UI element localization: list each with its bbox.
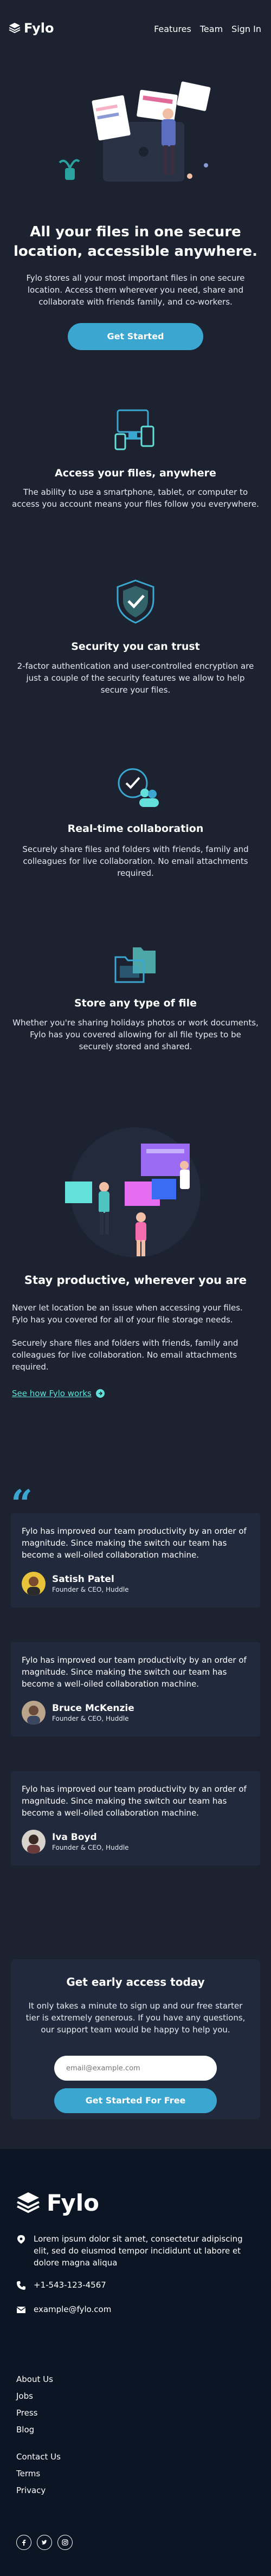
phone-icon xyxy=(17,2281,25,2290)
brand-name: Fylo xyxy=(24,21,54,36)
footer-link-press[interactable]: Press xyxy=(16,2405,53,2422)
productive-illustration xyxy=(65,1127,201,1257)
feature-text-security: 2-factor authentication and user-control… xyxy=(17,661,254,695)
footer-brand-name: Fylo xyxy=(47,2190,100,2216)
email-input[interactable] xyxy=(54,2056,217,2081)
feature-title-store: Store any type of file xyxy=(74,997,197,1009)
fylo-logo-icon xyxy=(9,23,21,34)
avatar xyxy=(22,1701,46,1725)
folders-icon xyxy=(114,947,156,983)
nav-features[interactable]: Features xyxy=(154,24,191,34)
feature-text-collaboration: Securely share files and folders with fr… xyxy=(22,844,249,878)
site-header: Fylo Features Team Sign In xyxy=(0,0,271,60)
testimonial-quote: Fylo has improved our team productivity … xyxy=(22,1655,247,1689)
footer-link-contact[interactable]: Contact Us xyxy=(16,2449,61,2465)
footer-links-company: About Us Jobs Press Blog xyxy=(16,2371,53,2438)
footer-link-terms[interactable]: Terms xyxy=(16,2465,61,2482)
testimonial-card: Fylo has improved our team productivity … xyxy=(11,1771,260,1865)
feature-text-access: The ability to use a smartphone, tablet,… xyxy=(12,487,259,509)
get-started-button[interactable]: Get Started xyxy=(68,323,203,350)
testimonial-role: Founder & CEO, Huddle xyxy=(52,1715,129,1722)
early-access-card: Get early access today It only takes a m… xyxy=(11,1959,260,2119)
avatar xyxy=(22,1572,46,1596)
logo[interactable]: Fylo xyxy=(9,21,54,36)
feature-text-store: Whether you're sharing holidays photos o… xyxy=(12,1018,259,1051)
footer-link-jobs[interactable]: Jobs xyxy=(16,2388,53,2405)
arrow-right-icon xyxy=(95,1389,105,1398)
nav-sign-in[interactable]: Sign In xyxy=(231,24,261,34)
collaboration-icon xyxy=(118,768,159,807)
footer-link-blog[interactable]: Blog xyxy=(16,2422,53,2438)
fylo-logo-icon xyxy=(17,2192,40,2213)
location-pin-icon xyxy=(17,2235,25,2244)
signup-title: Get early access today xyxy=(66,1975,205,1989)
feature-title-collaboration: Real-time collaboration xyxy=(67,823,204,835)
signup-text: It only takes a minute to sign up and ou… xyxy=(25,2001,246,2035)
footer-address-text: Lorem ipsum dolor sit amet, consectetur … xyxy=(34,2234,243,2268)
footer-links-legal: Contact Us Terms Privacy xyxy=(16,2449,61,2499)
avatar xyxy=(22,1830,46,1854)
email-icon xyxy=(16,2307,26,2313)
social-links xyxy=(16,2535,73,2550)
feature-title-security: Security you can trust xyxy=(71,641,200,653)
instagram-icon[interactable] xyxy=(57,2535,73,2550)
hero-description: Fylo stores all your most important file… xyxy=(26,273,245,307)
testimonial-quote: Fylo has improved our team productivity … xyxy=(22,1784,247,1818)
see-how-link-label: See how Fylo works xyxy=(12,1389,92,1398)
footer-link-about[interactable]: About Us xyxy=(16,2371,53,2388)
footer-address: Lorem ipsum dolor sit amet, consectetur … xyxy=(16,2233,255,2269)
main-nav: Features Team Sign In xyxy=(154,24,261,34)
footer-logo[interactable]: Fylo xyxy=(16,2190,99,2216)
productive-text-2: Securely share files and folders with fr… xyxy=(12,1338,238,1372)
testimonial-name: Bruce McKenzie xyxy=(52,1703,134,1714)
footer-phone-text: +1-543-123-4567 xyxy=(34,2280,106,2290)
testimonial-card: Fylo has improved our team productivity … xyxy=(11,1513,260,1607)
productive-text-1: Never let location be an issue when acce… xyxy=(12,1303,243,1325)
testimonial-author: Bruce McKenzie Founder & CEO, Huddle xyxy=(22,1701,249,1725)
devices-icon xyxy=(114,409,154,450)
landing-page: Fylo Features Team Sign In All your file… xyxy=(0,0,271,2576)
footer-email-text: example@fylo.com xyxy=(34,2304,112,2314)
facebook-icon[interactable] xyxy=(16,2535,31,2550)
feature-title-access: Access your files, anywhere xyxy=(55,467,216,479)
site-footer: Fylo Lorem ipsum dolor sit amet, consect… xyxy=(0,2149,271,2576)
testimonial-name: Iva Boyd xyxy=(52,1832,97,1843)
hero-title: All your files in one secure location, a… xyxy=(14,224,257,260)
testimonial-role: Founder & CEO, Huddle xyxy=(52,1586,129,1593)
footer-link-privacy[interactable]: Privacy xyxy=(16,2482,61,2499)
footer-email: example@fylo.com xyxy=(16,2303,111,2315)
testimonial-role: Founder & CEO, Huddle xyxy=(52,1844,129,1851)
testimonial-quote: Fylo has improved our team productivity … xyxy=(22,1526,247,1560)
productive-title: Stay productive, wherever you are xyxy=(24,1274,247,1287)
twitter-icon[interactable] xyxy=(37,2535,52,2550)
testimonial-name: Satish Patel xyxy=(52,1574,114,1585)
see-how-link[interactable]: See how Fylo works xyxy=(12,1389,105,1398)
shield-check-icon xyxy=(117,579,154,624)
nav-team[interactable]: Team xyxy=(200,24,223,34)
hero-illustration xyxy=(59,81,211,182)
footer-phone: +1-543-123-4567 xyxy=(16,2279,106,2291)
testimonial-author: Satish Patel Founder & CEO, Huddle xyxy=(22,1572,249,1596)
get-started-free-button[interactable]: Get Started For Free xyxy=(54,2088,217,2113)
testimonial-card: Fylo has improved our team productivity … xyxy=(11,1642,260,1736)
testimonial-author: Iva Boyd Founder & CEO, Huddle xyxy=(22,1830,249,1854)
